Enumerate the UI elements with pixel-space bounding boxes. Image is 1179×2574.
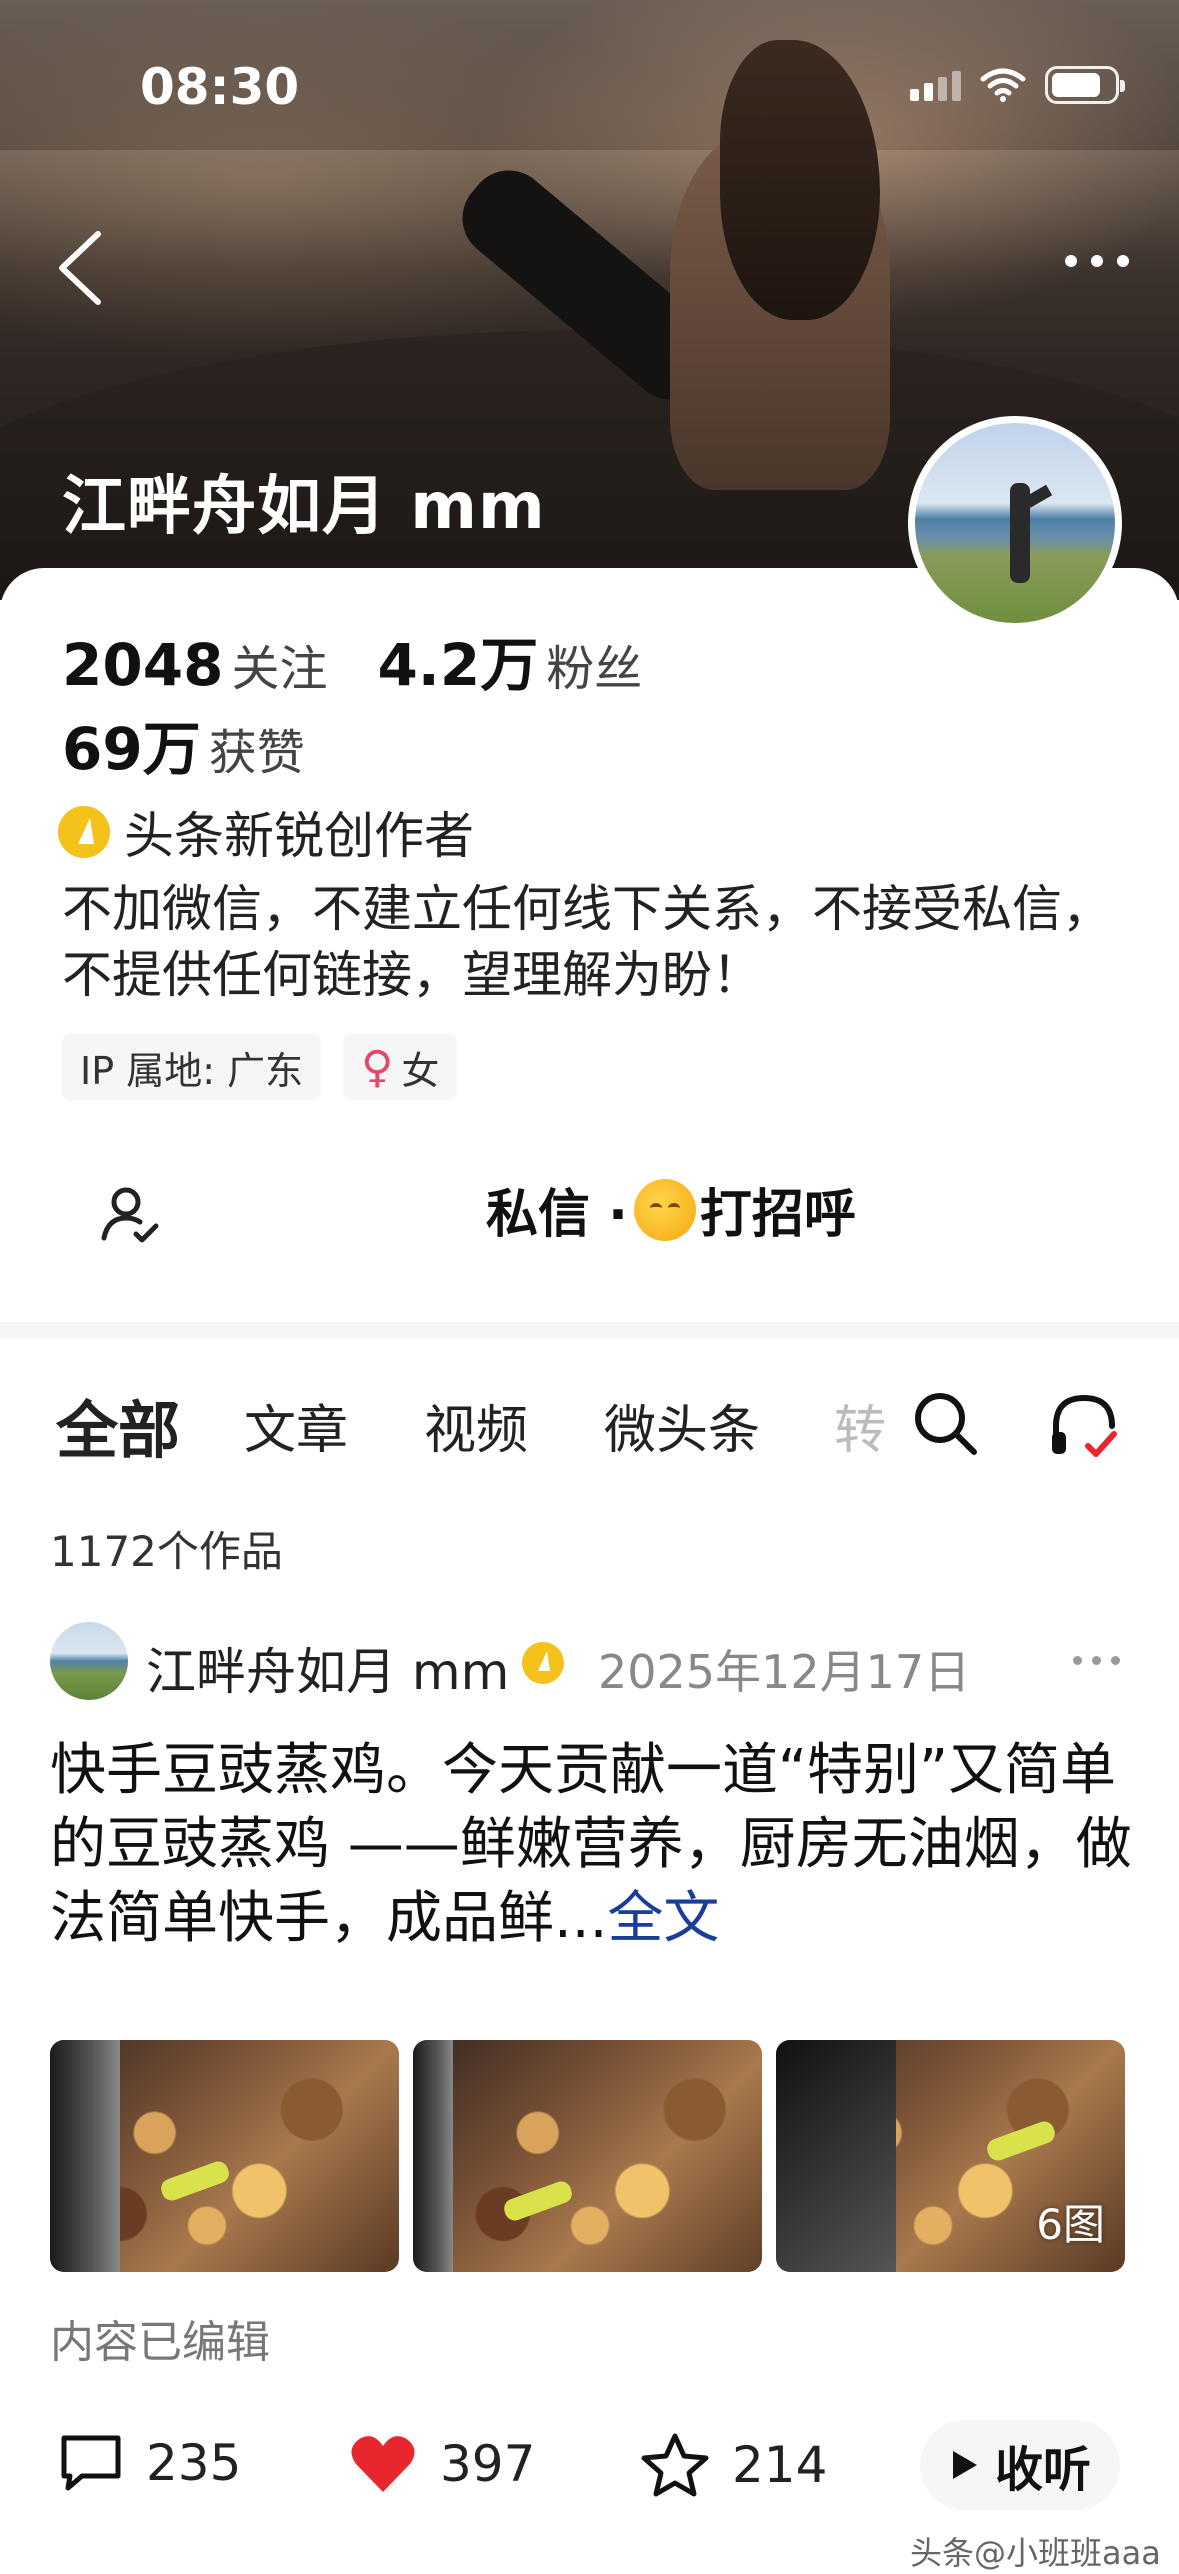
ip-location-text: IP 属地: 广东 [80, 1048, 304, 1093]
post-image[interactable]: 6图 [776, 2040, 1125, 2272]
message-label: 私信 · [486, 1185, 628, 1245]
tab-videos[interactable]: 视频 [424, 1388, 528, 1463]
greet-emoji-icon [633, 1178, 696, 1241]
works-count: 1172个作品 [50, 1527, 283, 1576]
tab-articles[interactable]: 文章 [244, 1388, 348, 1463]
likes-label: 获赞 [208, 725, 305, 781]
following-label[interactable]: 关注 [231, 629, 327, 699]
post-date: 2025年12月17日 [598, 1645, 971, 1699]
listen-button[interactable]: 收听 [920, 2420, 1120, 2510]
post-images: 6图 [50, 2040, 1125, 2272]
status-icons [910, 66, 1125, 104]
headphones-icon[interactable] [1046, 1388, 1122, 1464]
likes-count: 69万 [62, 715, 201, 783]
heart-icon [351, 2436, 415, 2492]
favorite-count: 214 [732, 2436, 828, 2494]
gender-text: 女 [401, 1048, 440, 1093]
message-greet-button[interactable]: 私信 · 打招呼 [486, 1172, 856, 1247]
post-author-name[interactable]: 江畔舟如月 mm [146, 1632, 509, 1704]
comment-icon [61, 2435, 121, 2491]
battery-icon [1045, 66, 1125, 104]
post-author-avatar[interactable] [50, 1622, 128, 1700]
read-more-link[interactable]: 全文 [607, 1886, 719, 1951]
back-icon[interactable] [52, 228, 112, 308]
followers-label[interactable]: 粉丝 [546, 629, 642, 699]
more-options-icon[interactable] [1039, 246, 1129, 276]
creator-badge-icon [58, 806, 110, 858]
likes-row: 69万 获赞 [62, 702, 355, 786]
profile-name: 江畔舟如月 mm [62, 470, 546, 544]
tab-all[interactable]: 全部 [56, 1380, 180, 1470]
post-action-bar: 235 397 214 收听 [0, 2410, 1179, 2520]
post-image[interactable] [413, 2040, 762, 2272]
post-more-icon[interactable] [1073, 1656, 1120, 1665]
followers-count[interactable]: 4.2万 [377, 618, 538, 702]
like-count: 397 [440, 2435, 536, 2493]
profile-bio: 不加微信，不建立任何线下关系，不接受私信，不提供任何链接，望理解为盼！ [62, 880, 1112, 1004]
search-icon[interactable] [910, 1388, 982, 1460]
following-count[interactable]: 2048 [62, 631, 223, 699]
stats-row: 2048 关注 4.2万 粉丝 [62, 618, 692, 702]
tab-reposts[interactable]: 转 [834, 1388, 886, 1463]
status-time: 08:30 [140, 58, 300, 116]
post-image[interactable] [50, 2040, 399, 2272]
gender-tag: ♀ 女 [343, 1034, 458, 1100]
favorite-button[interactable]: 214 [640, 2432, 827, 2498]
tab-micro-posts[interactable]: 微头条 [604, 1388, 760, 1463]
like-button[interactable]: 397 [348, 2432, 535, 2496]
signal-icon [910, 69, 961, 101]
creator-badge[interactable]: 头条新锐创作者 [58, 796, 474, 868]
greet-label: 打招呼 [699, 1185, 856, 1245]
play-icon [952, 2451, 977, 2479]
edited-note: 内容已编辑 [50, 2317, 270, 2368]
watermark: 头条@小班班aaa [910, 2534, 1161, 2572]
comment-count: 235 [146, 2434, 242, 2492]
listen-label: 收听 [994, 2442, 1091, 2498]
content-tabs: 全部 文章 视频 微头条 转 [0, 1370, 1179, 1480]
post-header: 江畔舟如月 mm 2025年12月17日 [50, 1622, 1140, 1702]
avatar[interactable] [908, 416, 1122, 630]
female-icon: ♀ [361, 1041, 394, 1093]
post-body: 快手豆豉蒸鸡。今天贡献一道“特别”又简单的豆豉蒸鸡 ——鲜嫩营养，厨房无油烟，做… [50, 1738, 1132, 1951]
creator-badge-text: 头条新锐创作者 [124, 807, 474, 865]
star-icon [641, 2433, 709, 2497]
profile-tags: IP 属地: 广东 ♀ 女 [62, 1034, 458, 1100]
image-count: 6图 [1036, 2200, 1105, 2249]
ip-location-tag: IP 属地: 广东 [62, 1034, 322, 1100]
follow-user-icon[interactable] [100, 1184, 160, 1244]
section-divider [0, 1322, 1179, 1338]
comment-button[interactable]: 235 [58, 2432, 241, 2494]
action-row: 私信 · 打招呼 [0, 1140, 1179, 1280]
wifi-icon [980, 68, 1026, 102]
verified-badge-icon [522, 1642, 564, 1684]
cover-figure [446, 40, 920, 560]
post-text[interactable]: 快手豆豉蒸鸡。今天贡献一道“特别”又简单的豆豉蒸鸡 ——鲜嫩营养，厨房无油烟，做… [50, 1734, 1140, 1956]
